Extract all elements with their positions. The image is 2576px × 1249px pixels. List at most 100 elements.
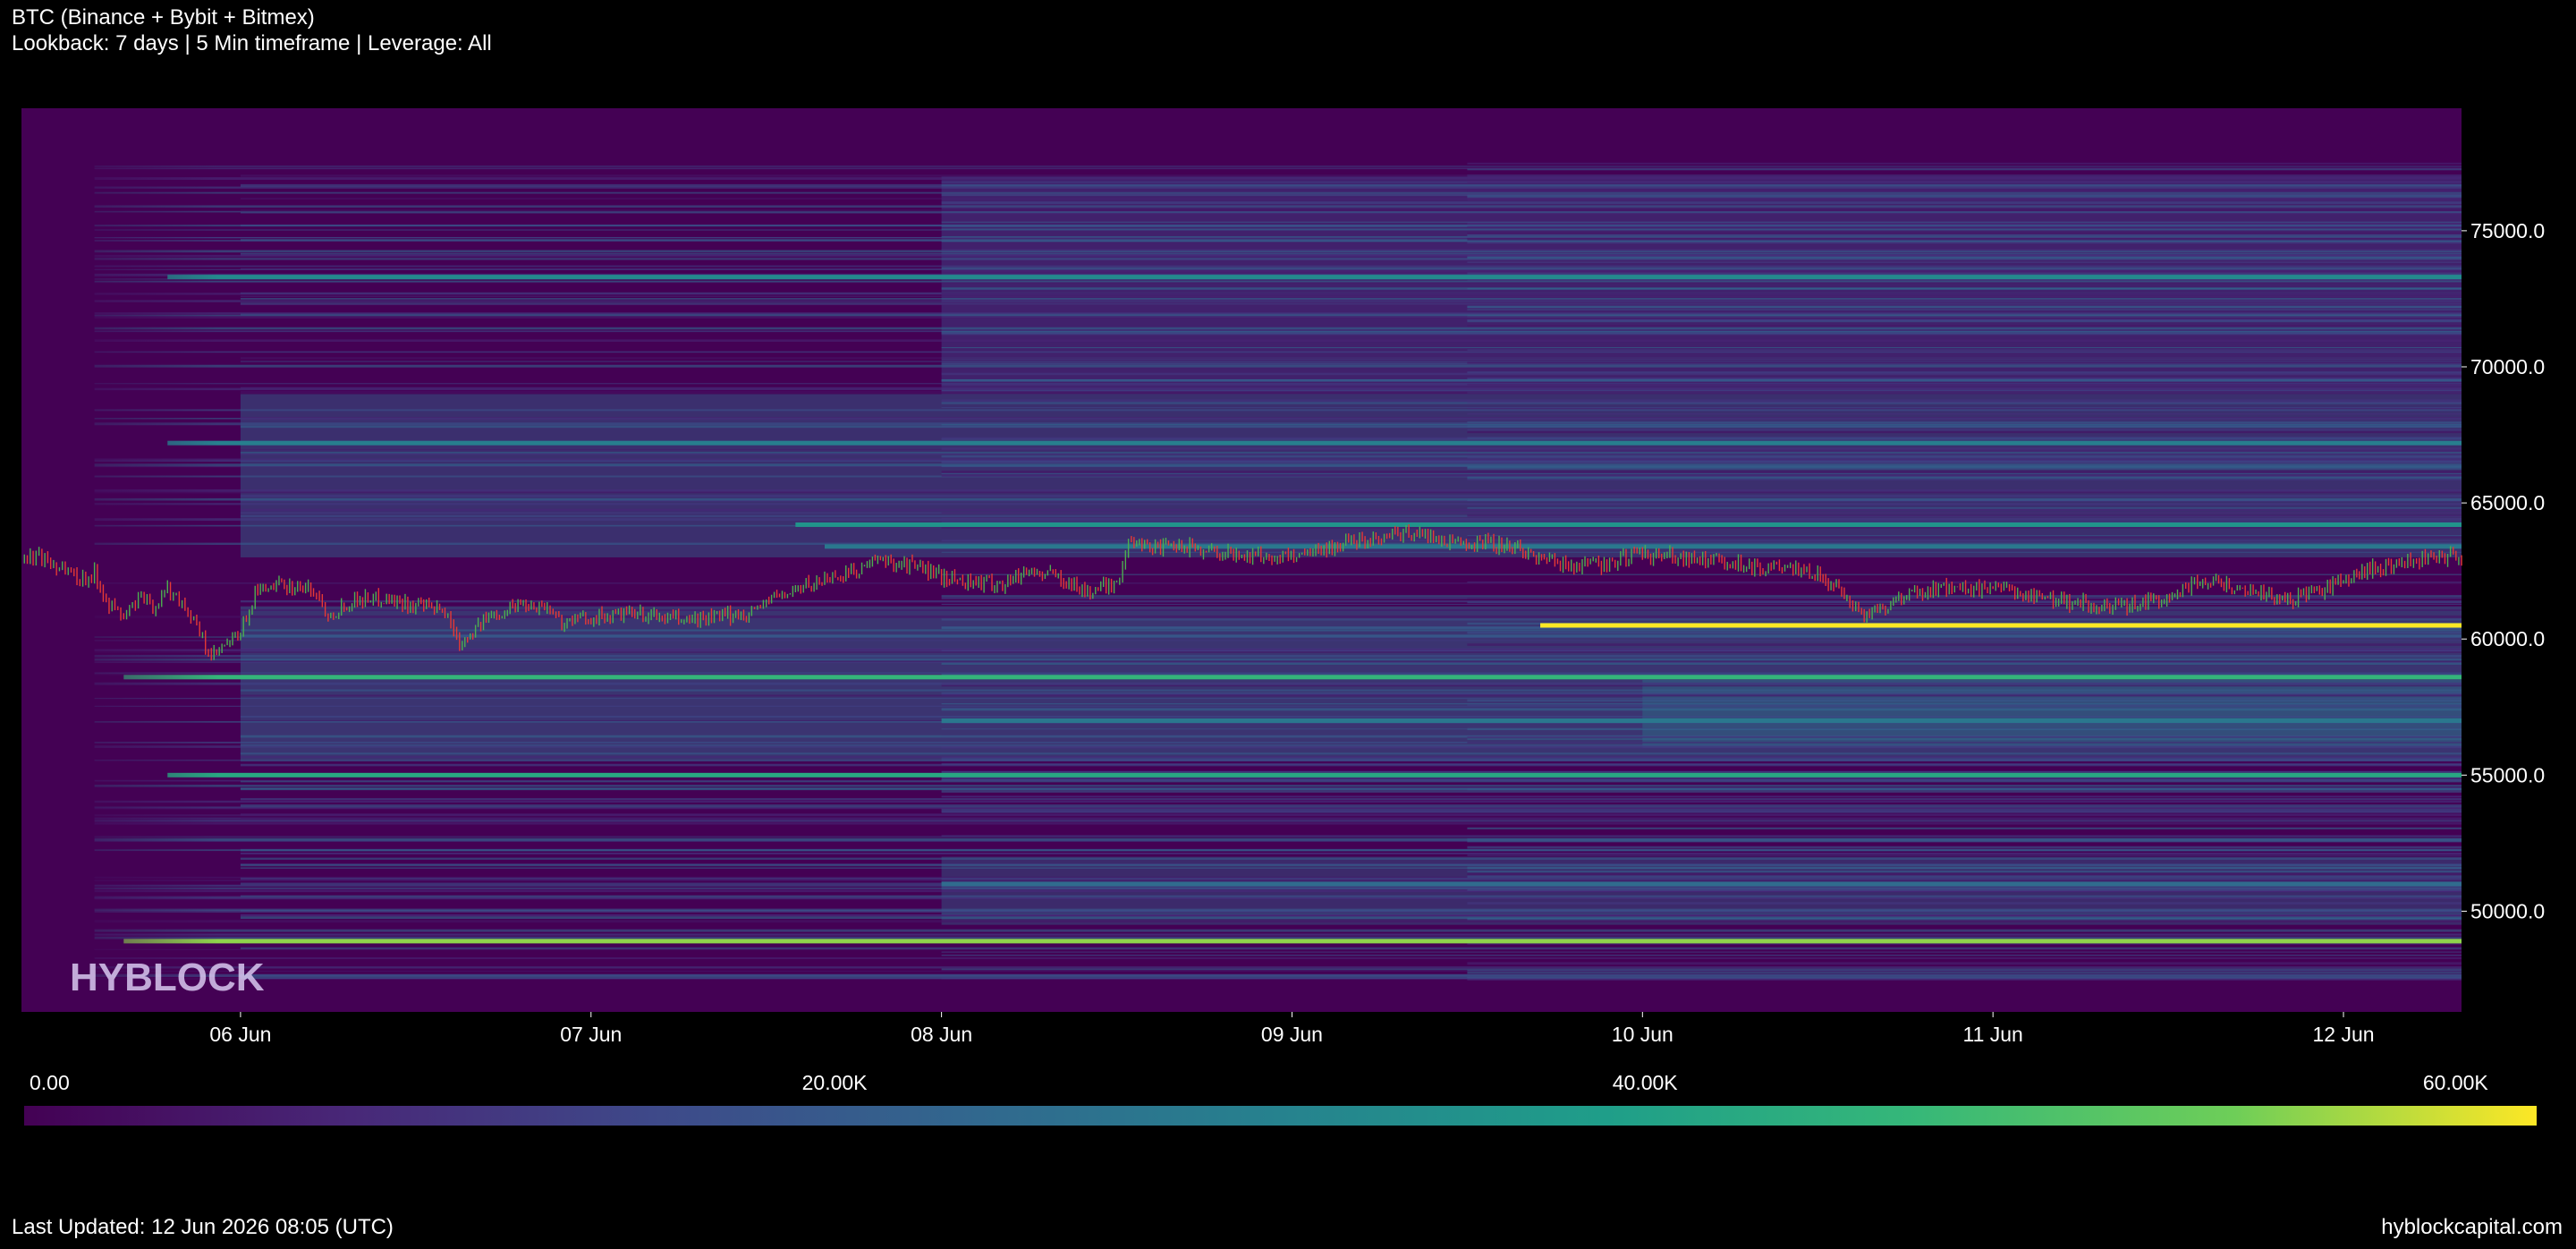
heatmap-texture-line (240, 867, 2462, 869)
heatmap-texture-line (941, 424, 2462, 426)
colorbar-tick-label: 20.00K (801, 1071, 868, 1094)
heatmap-texture-line (1467, 506, 2462, 509)
heatmap-texture-line (941, 954, 2462, 956)
heatmap-texture-line (240, 252, 2462, 255)
heatmap-texture-line (941, 221, 2462, 223)
heatmap-texture-line (1467, 631, 2462, 634)
liquidation-level-line (941, 718, 2462, 723)
heatmap-texture-line (94, 458, 2462, 461)
heatmap-texture-line (240, 913, 2462, 917)
heatmap-texture-line (240, 209, 2462, 211)
heatmap-texture-line (94, 205, 2462, 208)
heatmap-texture-line (94, 849, 2462, 852)
colorbar-gradient (24, 1106, 2537, 1126)
heatmap-texture-line (94, 654, 2462, 658)
heatmap-texture-line (1467, 408, 2462, 410)
heatmap-texture-line (1467, 401, 2462, 404)
heatmap-texture-line (94, 651, 2462, 653)
heatmap-texture-line (240, 694, 2462, 697)
heatmap-texture-line (94, 897, 2462, 900)
heatmap-texture-line (94, 933, 2462, 936)
liquidation-level-line (941, 881, 2462, 887)
heatmap-texture-line (94, 518, 2462, 522)
heatmap-texture-line (94, 339, 2462, 343)
heatmap-texture-line (240, 634, 2462, 638)
heatmap-texture-line (1467, 902, 2462, 905)
heatmap-texture-line (941, 332, 2462, 336)
heatmap-texture-line (1467, 735, 2462, 738)
heatmap-texture-line (941, 330, 2462, 333)
heatmap-texture-line (1467, 232, 2462, 234)
heatmap-texture-line (94, 327, 2462, 330)
x-tick-label: 06 Jun (209, 1023, 271, 1046)
heatmap-texture-line (941, 249, 2462, 251)
liquidation-level-line (123, 675, 2462, 680)
heatmap-texture-line (240, 804, 2462, 807)
heatmap-texture-line (240, 391, 2462, 394)
heatmap-texture-line (94, 785, 2462, 787)
y-tick-label: 60000.0 (2470, 627, 2545, 650)
x-tick-label: 12 Jun (2312, 1023, 2374, 1046)
heatmap-texture-line (94, 210, 2462, 213)
heatmap-texture-line (240, 298, 2462, 300)
heatmap-texture-line (94, 265, 2462, 268)
heatmap-texture-line (94, 316, 2462, 319)
heatmap-texture-line (941, 302, 2462, 304)
heatmap-texture-line (94, 800, 2462, 803)
heatmap-texture-line (1467, 349, 2462, 351)
heatmap-texture-line (941, 811, 2462, 813)
heatmap-texture-line (1467, 429, 2462, 431)
heatmap-texture-line (1467, 479, 2462, 480)
heatmap-texture-line (94, 814, 2462, 817)
y-tick-label: 50000.0 (2470, 899, 2545, 922)
heatmap-texture-line (1467, 971, 2462, 974)
heatmap-texture-line (94, 807, 2462, 810)
heatmap-texture-line (94, 936, 2462, 939)
site-link[interactable]: hyblockcapital.com (2381, 1215, 2563, 1240)
heatmap-texture-line (240, 756, 2462, 759)
hyblock-watermark: HYBLOCK (70, 956, 265, 999)
heatmap-texture-line (941, 228, 2462, 231)
heatmap-texture-line (1467, 979, 2462, 981)
heatmap-texture-line (240, 853, 2462, 854)
heatmap-texture-line (1467, 180, 2462, 183)
heatmap-texture-line (941, 951, 2462, 953)
liquidation-level-line (795, 522, 2462, 527)
colorbar-tick-label: 60.00K (2422, 1071, 2488, 1094)
heatmap-texture-line (941, 728, 2462, 730)
heatmap-texture-line (240, 183, 2462, 187)
heatmap-texture-line (94, 582, 2462, 584)
heatmap-texture-line (1467, 738, 2462, 740)
heatmap-texture-line (941, 540, 2462, 542)
heatmap-texture-line (240, 863, 2462, 867)
heatmap-texture-line (94, 822, 2462, 825)
heatmap-texture-line (1467, 704, 2462, 706)
heatmap-texture-line (94, 966, 2462, 969)
heatmap-texture-line (1467, 598, 2462, 599)
heatmap-texture-line (94, 929, 2462, 932)
heatmap-texture-line (240, 817, 2462, 820)
heatmap-texture-line (941, 201, 2462, 204)
heatmap-texture-line (1467, 476, 2462, 480)
heatmap-texture-line (1467, 176, 2462, 179)
heatmap-texture-line (941, 790, 2462, 793)
heatmap-texture-line (94, 779, 2462, 782)
heatmap-texture-line (1467, 870, 2462, 873)
heatmap-texture-line (94, 409, 2462, 412)
heatmap-texture-line (941, 913, 2462, 914)
heatmap-texture-line (94, 383, 2462, 385)
heatmap-texture-line (941, 709, 2462, 711)
heatmap-texture-line (941, 703, 2462, 705)
heatmap-texture-line (1467, 875, 2462, 878)
heatmap-texture-line (240, 303, 2462, 306)
heatmap-texture-line (941, 379, 2462, 382)
heatmap-texture-line (94, 268, 2462, 270)
heatmap-texture-line (941, 796, 2462, 798)
liquidation-level-line (167, 440, 2462, 446)
heatmap-texture-line (1467, 412, 2462, 415)
heatmap-texture-line (1467, 319, 2462, 321)
heatmap-texture-line (94, 364, 2462, 368)
heatmap-texture-line (240, 599, 2462, 603)
heatmap-texture-line (94, 957, 2462, 959)
x-tick-label: 09 Jun (1261, 1023, 1323, 1046)
